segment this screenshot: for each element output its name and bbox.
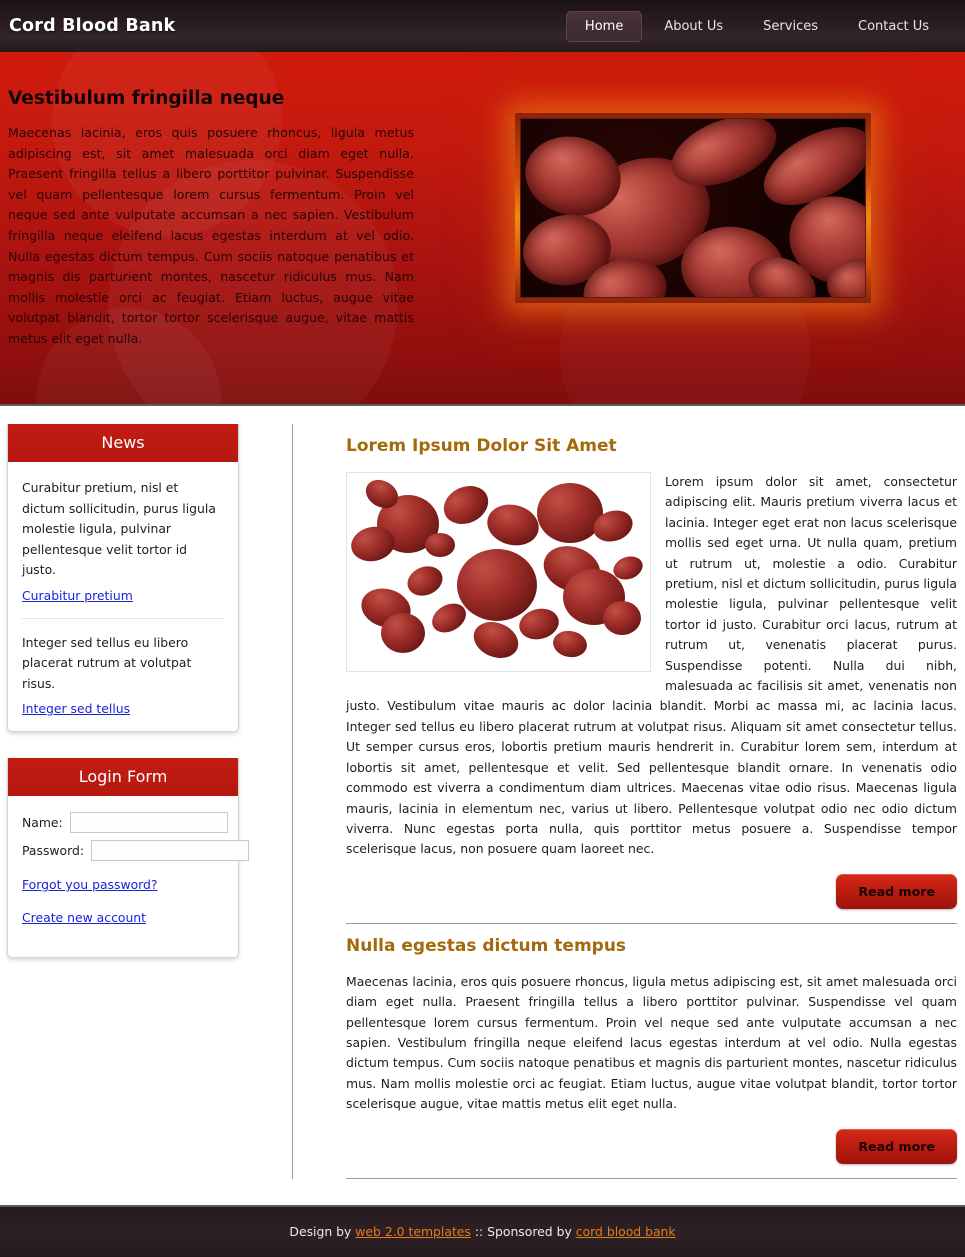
nav-item-about-us[interactable]: About Us (646, 11, 741, 42)
login-name-input[interactable] (69, 812, 228, 833)
hero-banner: Vestibulum fringilla neque Maecenas laci… (0, 52, 965, 406)
nav-item-home[interactable]: Home (565, 10, 643, 42)
page-body: News Curabitur pretium, nisl et dictum s… (0, 406, 965, 1205)
news-item-text: Integer sed tellus eu libero placerat ru… (22, 634, 192, 691)
main-navigation: Home About Us Services Contact Us (564, 10, 949, 42)
main-content: Lorem Ipsum Dolor Sit Amet Lorem ipsum d… (293, 424, 965, 1179)
sidebar: News Curabitur pretium, nisl et dictum s… (0, 424, 292, 1179)
article-primary: Lorem Ipsum Dolor Sit Amet Lorem ipsum d… (346, 436, 957, 924)
login-panel-title: Login Form (8, 758, 238, 796)
create-account-link[interactable]: Create new account (22, 910, 224, 925)
hero-paragraph: Maecenas lacinia, eros quis posuere rhon… (8, 125, 414, 346)
article-title: Lorem Ipsum Dolor Sit Amet (346, 436, 617, 456)
article-divider (346, 922, 957, 924)
news-panel: News Curabitur pretium, nisl et dictum s… (7, 424, 239, 732)
login-name-row: Name: (22, 812, 228, 833)
news-divider (22, 617, 224, 619)
footer-design-by-label: Design by (289, 1224, 352, 1240)
hero-title: Vestibulum fringilla neque (8, 88, 285, 109)
nav-item-services[interactable]: Services (745, 11, 836, 42)
hero-image-column (420, 88, 965, 350)
login-password-row: Password: (22, 840, 250, 861)
login-name-label: Name: (22, 815, 63, 830)
nav-item-contact-us[interactable]: Contact Us (840, 11, 947, 42)
read-more-button[interactable]: Read more (836, 873, 957, 909)
article-title: Nulla egestas dictum tempus (346, 935, 627, 956)
footer-sponsored-by-label: Sponsored by (487, 1224, 572, 1240)
site-logo: Cord Blood Bank (9, 16, 176, 36)
login-password-input[interactable] (91, 840, 250, 861)
site-footer: Design by web 2.0 templates :: Sponsored… (0, 1204, 965, 1257)
site-header: Cord Blood Bank Home About Us Services C… (0, 0, 965, 52)
login-panel: Login Form Name: Password: Forgot you pa… (7, 758, 250, 958)
article-secondary: Nulla egestas dictum tempus Maecenas lac… (346, 936, 957, 1179)
news-item-link[interactable]: Curabitur pretium (22, 588, 133, 603)
hero-image-frame (514, 113, 871, 303)
footer-sponsor-link[interactable]: cord blood bank (576, 1224, 676, 1239)
article-divider (346, 1177, 957, 1179)
blood-cells-photo (519, 118, 866, 298)
footer-design-link[interactable]: web 2.0 templates (355, 1224, 471, 1239)
hero-text-column: Vestibulum fringilla neque Maecenas laci… (0, 88, 420, 350)
read-more-button[interactable]: Read more (836, 1128, 957, 1164)
news-item-link[interactable]: Integer sed tellus (22, 701, 130, 716)
news-item-text: Curabitur pretium, nisl et dictum sollic… (22, 480, 216, 577)
forgot-password-link[interactable]: Forgot you password? (22, 877, 224, 892)
article-image (346, 472, 651, 672)
login-password-label: Password: (22, 843, 85, 858)
footer-separator: :: (474, 1224, 484, 1240)
article-body: Maecenas lacinia, eros quis posuere rhon… (346, 973, 957, 1112)
news-panel-title: News (8, 424, 238, 462)
